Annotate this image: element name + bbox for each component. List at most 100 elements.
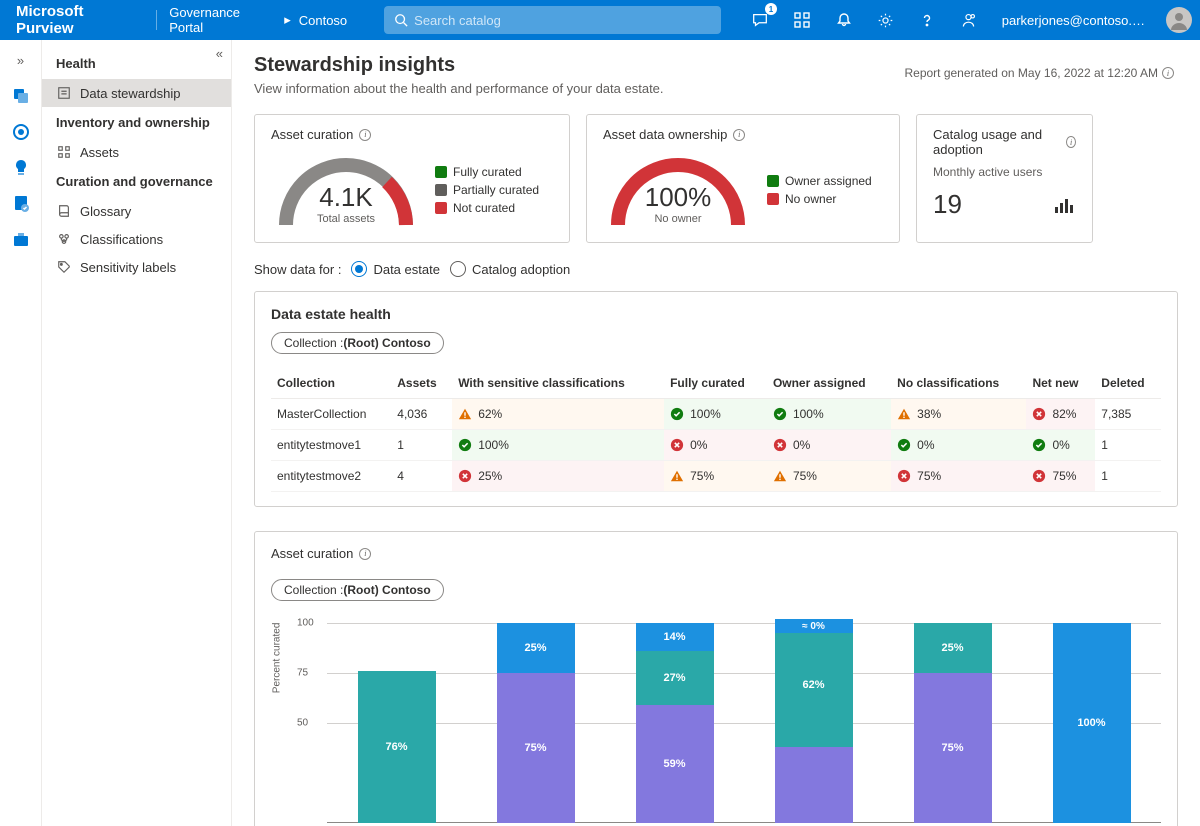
nav-item[interactable]: Classifications xyxy=(42,225,231,253)
status-icon xyxy=(897,469,911,483)
chart-bar[interactable]: 62%≈ 0% xyxy=(775,623,853,823)
stacked-bar-chart: Percent curated 5075100 76%75%25%59%27%1… xyxy=(297,623,1161,823)
radio-indicator xyxy=(351,261,367,277)
bar-segment xyxy=(775,747,853,823)
nav-item[interactable]: Sensitivity labels xyxy=(42,253,231,281)
info-icon[interactable]: i xyxy=(733,129,745,141)
expand-rail-icon[interactable]: » xyxy=(7,46,35,74)
search-box[interactable] xyxy=(384,6,721,34)
column-header[interactable]: Assets xyxy=(391,368,452,399)
rail-item-policy[interactable] xyxy=(7,190,35,218)
chart-bar[interactable]: 75%25% xyxy=(497,623,575,823)
radio-option[interactable]: Data estate xyxy=(351,261,440,277)
table-cell: 1 xyxy=(1095,430,1161,461)
chart-bar[interactable]: 75%25% xyxy=(914,623,992,823)
top-header: Microsoft Purview Governance Portal ▸ Co… xyxy=(0,0,1200,40)
legend-swatch xyxy=(767,193,779,205)
rail-item-insights[interactable] xyxy=(7,154,35,182)
status-icon xyxy=(773,407,787,421)
info-icon[interactable]: i xyxy=(359,129,371,141)
rail-item-map[interactable] xyxy=(7,118,35,146)
collection-chip[interactable]: Collection : (Root) Contoso xyxy=(271,332,444,354)
status-icon xyxy=(897,407,911,421)
card-title: Asset curation xyxy=(271,546,353,561)
nav-section-label: Curation and governance xyxy=(42,166,231,197)
report-timestamp: Report generated on May 16, 2022 at 12:2… xyxy=(904,66,1174,80)
collection-chip[interactable]: Collection : (Root) Contoso xyxy=(271,579,444,601)
info-icon[interactable]: i xyxy=(1162,67,1174,79)
nav-item[interactable]: Glossary xyxy=(42,197,231,225)
avatar[interactable] xyxy=(1166,7,1192,33)
table-cell: 100% xyxy=(767,399,891,430)
help-icon[interactable] xyxy=(912,5,942,35)
legend-item: Partially curated xyxy=(435,183,539,197)
column-header[interactable]: Deleted xyxy=(1095,368,1161,399)
bar-segment: 75% xyxy=(914,673,992,823)
legend-swatch xyxy=(435,202,447,214)
kpi-value: 100% xyxy=(603,182,753,213)
bar-segment: 59% xyxy=(636,705,714,823)
bar-segment: 100% xyxy=(1053,623,1131,823)
gear-icon[interactable] xyxy=(870,5,900,35)
bell-icon[interactable] xyxy=(829,5,859,35)
nav-item-label: Glossary xyxy=(80,204,131,219)
legend-swatch xyxy=(435,166,447,178)
gauge-ownership: 100% No owner xyxy=(603,150,753,230)
legend-item: No owner xyxy=(767,192,872,206)
table-row[interactable]: entitytestmove2425%75%75%75%75%1 xyxy=(271,461,1161,492)
column-header[interactable]: Fully curated xyxy=(664,368,767,399)
chart-bar[interactable]: 59%27%14% xyxy=(636,623,714,823)
kpi-title: Asset curation xyxy=(271,127,353,142)
kpi-sublabel: Monthly active users xyxy=(933,165,1076,179)
page-subtitle: View information about the health and pe… xyxy=(254,81,1178,96)
person-icon[interactable] xyxy=(954,5,984,35)
user-email[interactable]: parkerjones@contoso.c... xyxy=(1002,13,1148,28)
table-row[interactable]: entitytestmove11100%0%0%0%0%1 xyxy=(271,430,1161,461)
nav-item[interactable]: Data stewardship xyxy=(42,79,231,107)
table-cell: entitytestmove2 xyxy=(271,461,391,492)
kpi-caption: Total assets xyxy=(271,213,421,225)
column-header[interactable]: With sensitive classifications xyxy=(452,368,664,399)
radio-option[interactable]: Catalog adoption xyxy=(450,261,570,277)
kpi-title: Asset data ownership xyxy=(603,127,727,142)
legend-label: Fully curated xyxy=(453,165,522,179)
table-row[interactable]: MasterCollection4,03662%100%100%38%82%7,… xyxy=(271,399,1161,430)
info-icon[interactable]: i xyxy=(1066,136,1076,148)
chart-bar[interactable]: 76% xyxy=(358,623,436,823)
column-header[interactable]: Owner assigned xyxy=(767,368,891,399)
info-icon[interactable]: i xyxy=(359,548,371,560)
search-input[interactable] xyxy=(414,13,711,28)
data-estate-health: Data estate health Collection : (Root) C… xyxy=(254,291,1178,507)
grid-icon[interactable] xyxy=(787,5,817,35)
nav-item-label: Assets xyxy=(80,145,119,160)
bar-segment: 14% xyxy=(636,623,714,651)
rail-item-management[interactable] xyxy=(7,226,35,254)
kpi-usage: Catalog usage and adoptioni Monthly acti… xyxy=(916,114,1093,243)
bar-segment: 62% xyxy=(775,623,853,747)
breadcrumb-item[interactable]: Contoso xyxy=(299,13,347,28)
nav-item[interactable]: Assets xyxy=(42,138,231,166)
legend-item: Fully curated xyxy=(435,165,539,179)
column-header[interactable]: No classifications xyxy=(891,368,1026,399)
table-cell: 4,036 xyxy=(391,399,452,430)
table-cell: 75% xyxy=(891,461,1026,492)
legend-swatch xyxy=(435,184,447,196)
icon-rail: » xyxy=(0,40,42,826)
gauge-curation: 4.1K Total assets xyxy=(271,150,421,230)
collapse-nav-icon[interactable]: « xyxy=(216,46,223,61)
table-cell: MasterCollection xyxy=(271,399,391,430)
column-header[interactable]: Net new xyxy=(1026,368,1095,399)
chart-bar[interactable]: 100% xyxy=(1053,623,1131,823)
radio-indicator xyxy=(450,261,466,277)
breadcrumb-item[interactable]: Governance Portal xyxy=(169,5,276,35)
nav-section-label: Inventory and ownership xyxy=(42,107,231,138)
y-tick: 50 xyxy=(297,718,308,729)
bar-segment: 25% xyxy=(914,623,992,673)
status-icon xyxy=(1032,407,1046,421)
column-header[interactable]: Collection xyxy=(271,368,391,399)
nav-section-label: Health xyxy=(42,48,231,79)
nav-item-icon xyxy=(56,85,72,101)
feedback-icon[interactable]: 1 xyxy=(745,5,775,35)
rail-item-sources[interactable] xyxy=(7,82,35,110)
separator xyxy=(156,10,157,30)
